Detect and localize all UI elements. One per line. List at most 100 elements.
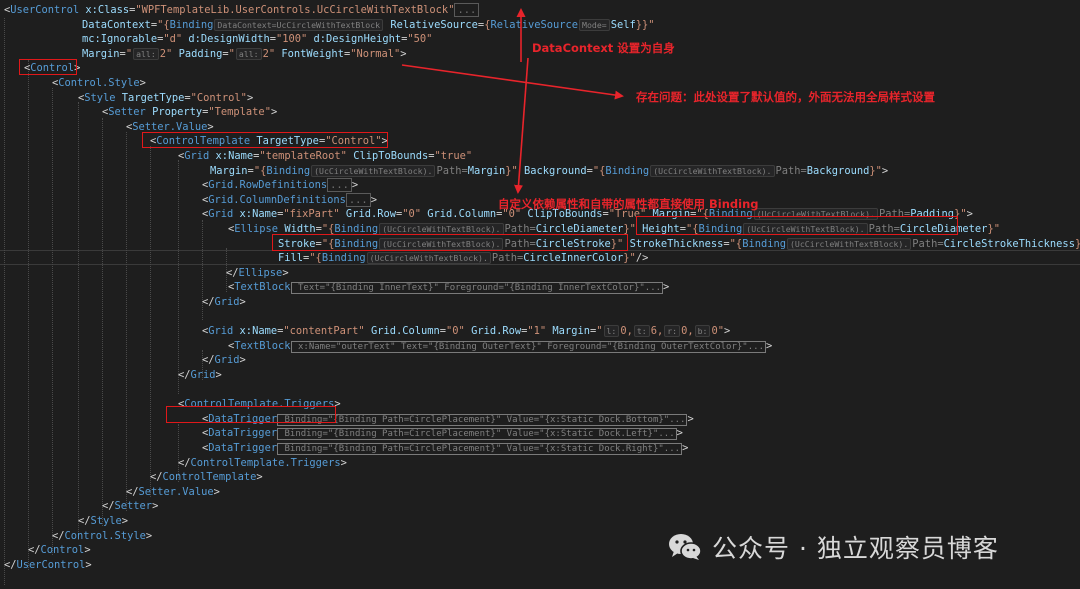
code-token: > (682, 442, 689, 454)
code-token: RelativeSource (490, 18, 579, 31)
code-token: }" (869, 164, 882, 177)
problem-note: 存在问题：此处设置了默认值的，外面无法用全局样式设置 (636, 90, 935, 104)
code-token: CircleStrokeThickness (943, 237, 1075, 250)
code-token: FontWeight (275, 47, 344, 60)
code-line: <TextBlock Text="{Binding InnerText}" Fo… (228, 280, 669, 295)
code-token: > (282, 266, 289, 279)
code-line: <DataTrigger Binding="{Binding Path=Circ… (202, 441, 688, 456)
code-token: Path= (912, 237, 944, 250)
code-token: "true" (434, 150, 473, 162)
code-token: Text="{Binding InnerText}" Foreground="{… (290, 282, 664, 295)
code-token: "1" (527, 325, 547, 338)
code-token: Margin (210, 164, 248, 177)
indent-guide (102, 118, 103, 526)
code-token: Grid.Row (339, 208, 396, 221)
code-token: Grid.RowDefinitions (208, 179, 328, 192)
code-token: }" (623, 252, 636, 265)
code-token: Mode= (579, 18, 610, 31)
code-token: </ (178, 369, 191, 381)
code-line: <Grid.RowDefinitions... > (202, 178, 358, 193)
code-token: Background (806, 164, 870, 177)
code-token: x:Name="outerText" Text="{Binding OuterT… (290, 340, 766, 353)
code-token: }" (1075, 238, 1080, 250)
code-token: mc:Ignorable (82, 33, 158, 46)
code-token: "fixPart" (283, 208, 340, 221)
code-token: Setter.Value (138, 485, 214, 498)
code-token: </ (28, 544, 41, 557)
controltemplate-highlight-box (142, 132, 388, 148)
wechat-icon (669, 534, 702, 560)
code-token: x:Name (233, 325, 278, 338)
code-token: > (215, 369, 222, 381)
code-line: <UserControl x:Class="WPFTemplateLib.Use… (4, 3, 480, 18)
code-token: Grid.Column (364, 325, 440, 338)
code-token: x:Name (233, 208, 278, 221)
code-token: "50" (407, 33, 433, 46)
indent-guide (150, 146, 151, 497)
code-line: </ControlTemplate.Triggers> (178, 456, 347, 471)
code-token: "WPFTemplateLib.UserControls.UcCircleWit… (135, 4, 455, 16)
code-token: > (85, 558, 92, 571)
code-line: <Grid x:Name="contentPart" Grid.Column="… (202, 324, 730, 339)
code-token: Grid (214, 354, 240, 367)
code-token: "{ (253, 164, 267, 177)
code-token: "100" (275, 33, 308, 46)
code-line: <Setter Property="Template"> (102, 105, 277, 120)
code-token: </ (178, 456, 191, 469)
code-token: > (687, 412, 694, 425)
code-line: <Grid x:Name="templateRoot" ClipToBounds… (178, 149, 472, 164)
code-token: </ (4, 558, 17, 571)
code-token: > (765, 339, 773, 352)
code-line: </ControlTemplate> (150, 470, 263, 485)
code-token: "contentPart" (283, 325, 365, 338)
code-token: Binding (266, 164, 311, 177)
code-token: l: (603, 325, 620, 338)
code-token: DataContext (82, 18, 151, 31)
code-token: TextBlock (234, 281, 291, 294)
code-token: > (239, 354, 246, 367)
code-token: Binding (742, 237, 786, 250)
code-token: </ (226, 266, 239, 279)
code-token: Margin (82, 47, 120, 60)
code-token: Binding (169, 18, 214, 31)
code-line: </Ellipse> (226, 266, 289, 281)
code-token: TextBlock (234, 339, 291, 352)
watermark: 公众号 · 独立观察员博客 (668, 527, 999, 567)
code-token: b: (694, 325, 711, 338)
code-token: Margin (546, 325, 590, 338)
code-token: " (596, 325, 603, 338)
code-token: Padding (172, 47, 223, 60)
code-token: CircleInnerColor (523, 252, 624, 265)
code-line: Fill="{Binding (UcCircleWithTextBlock). Pa… (278, 251, 648, 266)
code-line: </Style> (78, 514, 128, 529)
code-line: <Style TargetType="Control"> (78, 91, 253, 106)
code-token: "Template" (208, 106, 271, 119)
code-token: > (246, 91, 254, 104)
code-editor[interactable]: <UserControl x:Class="WPFTemplateLib.Use… (0, 0, 1080, 589)
code-line: Margin="{Binding (UcCircleWithTextBlock).… (210, 164, 888, 179)
code-token: > (370, 193, 377, 206)
code-line: <TextBlock x:Name="outerText" Text="{Bin… (228, 339, 772, 354)
code-token: Binding="{Binding Path=CirclePlacement}"… (277, 428, 677, 441)
code-token: > (400, 47, 407, 60)
code-token: 0, (620, 325, 633, 338)
code-token: (UcCircleWithTextBlock). (650, 164, 775, 177)
code-token: DataContext=UcCircleWithTextBlock (214, 18, 384, 31)
code-token: Control.Style (64, 529, 146, 542)
code-line: </Control> (28, 543, 91, 558)
width-binding-highlight-box (272, 234, 628, 251)
watermark-text: 公众号 · 独立观察员博客 (712, 534, 999, 563)
code-token: > (84, 544, 91, 557)
code-line: <Control.Style> (52, 76, 146, 91)
code-token: > (724, 325, 731, 338)
code-token: "d" (163, 33, 183, 46)
code-token: /> (635, 252, 649, 265)
code-token: (UcCircleWithTextBlock). (786, 237, 912, 250)
code-token: Style (90, 515, 122, 527)
code-token: 0, (681, 325, 694, 338)
code-token: Binding (605, 164, 650, 177)
code-token: > (239, 296, 246, 308)
code-token: Binding="{Binding Path=CirclePlacement}"… (277, 443, 683, 455)
code-token: > (213, 485, 220, 498)
code-token: RelativeSource (384, 18, 478, 31)
